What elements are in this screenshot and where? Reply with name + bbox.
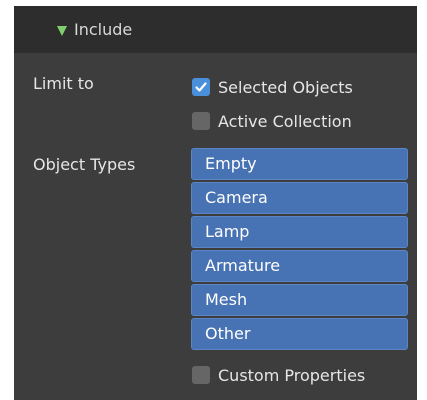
checkbox-checked-icon[interactable] bbox=[192, 78, 210, 96]
object-type-empty[interactable]: Empty bbox=[191, 148, 408, 180]
expand-triangle-icon[interactable] bbox=[57, 26, 67, 36]
active-collection-label: Active Collection bbox=[218, 111, 352, 131]
object-types-list: Empty Camera Lamp Armature Mesh Other bbox=[191, 148, 408, 352]
object-types-label: Object Types bbox=[33, 155, 136, 174]
object-type-lamp[interactable]: Lamp bbox=[191, 216, 408, 248]
checkbox-unchecked-icon[interactable] bbox=[192, 112, 210, 130]
checkbox-unchecked-icon[interactable] bbox=[192, 366, 210, 384]
selected-objects-checkbox[interactable]: Selected Objects bbox=[192, 74, 353, 100]
object-type-camera[interactable]: Camera bbox=[191, 182, 408, 214]
panel-header[interactable]: Include bbox=[14, 6, 417, 53]
object-type-other[interactable]: Other bbox=[191, 318, 408, 350]
custom-properties-label: Custom Properties bbox=[218, 365, 366, 385]
object-type-armature[interactable]: Armature bbox=[191, 250, 408, 282]
panel-title: Include bbox=[74, 20, 133, 39]
include-panel: Include Limit to Selected Objects Active… bbox=[14, 6, 417, 400]
selected-objects-label: Selected Objects bbox=[218, 77, 353, 97]
limit-to-label: Limit to bbox=[33, 74, 94, 93]
active-collection-checkbox[interactable]: Active Collection bbox=[192, 108, 352, 134]
object-type-mesh[interactable]: Mesh bbox=[191, 284, 408, 316]
custom-properties-checkbox[interactable]: Custom Properties bbox=[192, 362, 365, 388]
